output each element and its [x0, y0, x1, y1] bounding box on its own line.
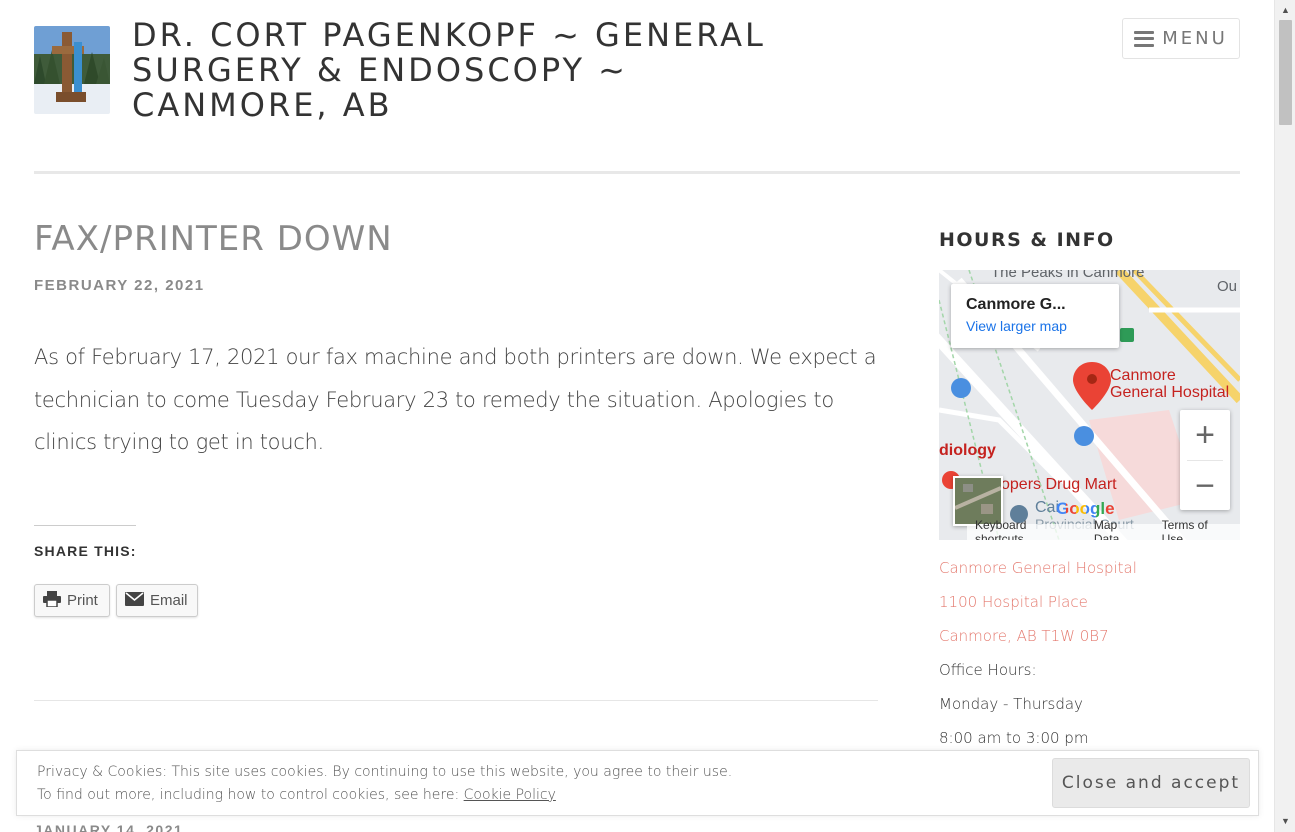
map-label-ou: Ou [1217, 278, 1238, 295]
cookie-line-2: To find out more, including how to contr… [37, 784, 732, 807]
cookie-policy-link[interactable]: Cookie Policy [464, 787, 556, 803]
post-title[interactable]: FAX/PRINTER DOWN [34, 219, 393, 259]
scroll-up-icon[interactable]: ▲ [1275, 2, 1295, 19]
office-hours-times: 8:00 am to 3:00 pm [939, 729, 1089, 747]
view-larger-map-link[interactable]: View larger map [966, 318, 1119, 334]
map-footer: Keyboard shortcuts Map Data Terms of Use [967, 518, 1240, 540]
share-title: SHARE THIS: [34, 543, 137, 559]
share-divider [34, 525, 136, 526]
menu-label: MENU [1162, 28, 1228, 49]
map-label-peaks: The Peaks in Canmore [991, 270, 1145, 281]
header-divider [34, 171, 1240, 174]
share-print-button[interactable]: Print [34, 584, 110, 617]
map-data-link[interactable]: Map Data [1086, 518, 1154, 540]
address-link-street[interactable]: 1100 Hospital Place [939, 593, 1088, 611]
printer-icon [43, 590, 61, 611]
map-label-drugmart: opers Drug Mart [1001, 476, 1117, 493]
embedded-map[interactable]: The Peaks in Canmore Ou Canmore General … [939, 270, 1240, 540]
map-label-radiology: diology [939, 442, 996, 459]
menu-button[interactable]: MENU [1122, 18, 1240, 59]
hamburger-icon [1134, 30, 1155, 47]
address-link-city[interactable]: Canmore, AB T1W 0B7 [939, 627, 1109, 645]
map-label-hospital-1: Canmore [1110, 367, 1176, 384]
cookie-text: Privacy & Cookies: This site uses cookie… [37, 761, 732, 807]
email-icon [125, 591, 144, 610]
keyboard-shortcuts-link[interactable]: Keyboard shortcuts [967, 518, 1086, 540]
widget-title: HOURS & INFO [939, 229, 1115, 251]
share-email-label: Email [150, 592, 188, 609]
scroll-thumb[interactable] [1279, 20, 1292, 125]
office-hours-label: Office Hours: [939, 661, 1037, 679]
cookie-line-2-prefix: To find out more, including how to contr… [37, 787, 464, 803]
map-info-card: Canmore G... View larger map [951, 284, 1119, 348]
google-logo: Google [1056, 499, 1115, 518]
cookie-banner: Privacy & Cookies: This site uses cookie… [16, 750, 1259, 816]
cookie-line-1: Privacy & Cookies: This site uses cookie… [37, 764, 733, 780]
map-label-hospital-2: General Hospital [1110, 384, 1230, 401]
map-zoom-controls: + − [1180, 410, 1230, 510]
close-and-accept-button[interactable]: Close and accept [1052, 758, 1250, 808]
post-date[interactable]: FEBRUARY 22, 2021 [34, 277, 205, 294]
address-link-hospital[interactable]: Canmore General Hospital [939, 559, 1137, 577]
site-title[interactable]: DR. CORT PAGENKOPF ~ GENERAL SURGERY & E… [132, 18, 772, 123]
office-hours-days: Monday - Thursday [939, 695, 1083, 713]
next-post-date[interactable]: JANUARY 14, 2021 [34, 822, 183, 832]
zoom-in-button[interactable]: + [1180, 410, 1230, 460]
zoom-out-button[interactable]: − [1180, 461, 1230, 511]
post-body: As of February 17, 2021 our fax machine … [34, 345, 877, 454]
map-card-title: Canmore G... [966, 296, 1066, 313]
scroll-down-icon[interactable]: ▼ [1275, 813, 1295, 830]
page-scrollbar[interactable]: ▲ ▼ [1274, 0, 1295, 832]
share-email-button[interactable]: Email [116, 584, 198, 617]
site-logo[interactable] [34, 26, 110, 114]
terms-of-use-link[interactable]: Terms of Use [1154, 518, 1240, 540]
share-print-label: Print [67, 592, 98, 609]
post-divider [34, 700, 878, 701]
